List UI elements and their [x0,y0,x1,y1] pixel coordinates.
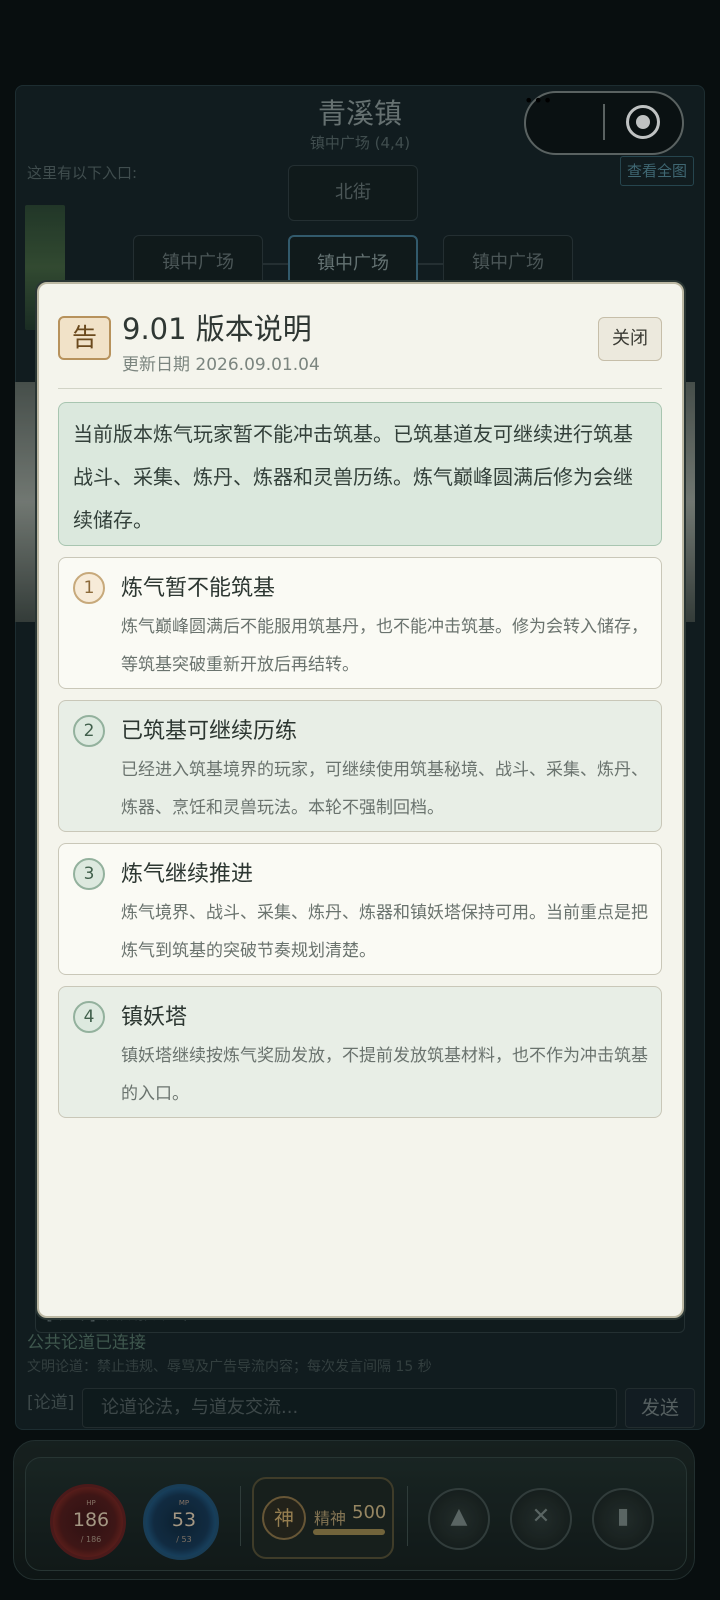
item-body: 镇妖塔继续按炼气奖励发放，不提前发放筑基材料，也不作为冲击筑基的入口。 [121,1046,648,1104]
item-body: 炼气巅峰圆满后不能服用筑基丹，也不能冲击筑基。修为会转入储存，等筑基突破重新开放… [121,617,648,675]
item-title: 镇妖塔 [121,1005,188,1030]
notice-summary: 当前版本炼气玩家暂不能冲击筑基。已筑基道友可继续进行筑基战斗、采集、炼丹、炼器和… [58,402,662,546]
list-item: 4 镇妖塔 镇妖塔继续按炼气奖励发放，不提前发放筑基材料，也不作为冲击筑基的入口… [58,986,662,1118]
item-title: 已筑基可继续历练 [121,719,298,744]
item-title: 炼气继续推进 [121,862,254,887]
notice-badge: 告 [58,316,111,360]
item-title: 炼气暂不能筑基 [121,576,276,601]
item-number: 4 [73,1001,105,1033]
item-body: 已经进入筑基境界的玩家，可继续使用筑基秘境、战斗、采集、炼丹、炼器、烹饪和灵兽玩… [121,760,648,818]
list-item: 2 已筑基可继续历练 已经进入筑基境界的玩家，可继续使用筑基秘境、战斗、采集、炼… [58,700,662,832]
item-number: 1 [73,572,105,604]
modal-title: 9.01 版本说明 [122,312,312,346]
close-button[interactable]: 关闭 [598,317,662,361]
item-number: 3 [73,858,105,890]
list-item: 1 炼气暂不能筑基 炼气巅峰圆满后不能服用筑基丹，也不能冲击筑基。修为会转入储存… [58,557,662,689]
modal-divider [58,388,662,389]
app-root: 青溪镇 镇中广场 (4,4) 这里有以下入口: 查看全图 北街 镇中广场 镇中广… [0,0,720,1600]
list-item: 3 炼气继续推进 炼气境界、战斗、采集、炼丹、炼器和镇妖塔保持可用。当前重点是把… [58,843,662,975]
item-number: 2 [73,715,105,747]
modal-date: 更新日期 2026.09.01.04 [122,355,320,375]
item-body: 炼气境界、战斗、采集、炼丹、炼器和镇妖塔保持可用。当前重点是把炼气到筑基的突破节… [121,903,648,961]
